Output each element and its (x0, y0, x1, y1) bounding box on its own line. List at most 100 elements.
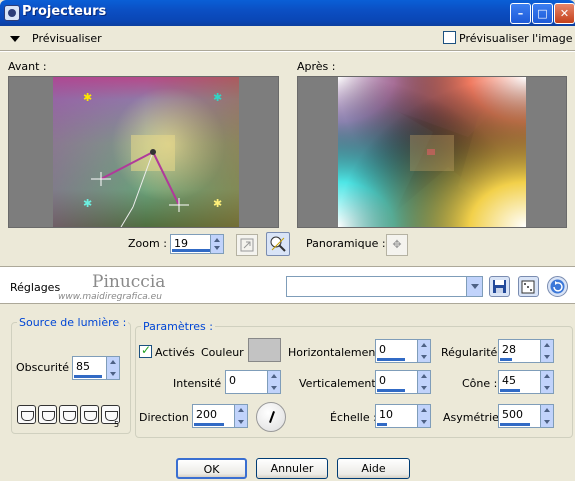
preview-toggle-label[interactable]: Prévisualiser (32, 32, 102, 45)
obscurite-value[interactable]: 85 (76, 360, 90, 373)
regularity-label: Régularité : (441, 346, 505, 359)
scale-spinner[interactable] (417, 405, 430, 427)
save-icon (493, 280, 506, 293)
asymmetry-slider-bar[interactable] (500, 423, 530, 426)
light-4-button[interactable] (80, 405, 99, 424)
svg-text:✱: ✱ (83, 91, 92, 104)
close-button[interactable]: ✕ (554, 3, 575, 24)
after-label: Après : (297, 60, 336, 73)
vertical-spinner[interactable] (417, 371, 430, 393)
cone-value[interactable]: 45 (502, 374, 516, 387)
asymmetry-label: Asymétrie : (443, 411, 507, 424)
before-preview-frame[interactable]: ✱ ✱ ✱ ✱ (8, 76, 279, 228)
obscurite-input[interactable]: 85 (72, 356, 120, 380)
dice-icon (521, 280, 535, 294)
asymmetry-input[interactable]: 500 (498, 404, 554, 428)
vertical-label: Verticalement : (299, 377, 383, 390)
before-preview-image[interactable]: ✱ ✱ ✱ ✱ (53, 77, 239, 227)
light-source-title: Source de lumière : (17, 316, 129, 329)
direction-label: Direction : (139, 411, 196, 424)
horizontal-input[interactable]: 0 (375, 339, 431, 363)
scale-label: Échelle : (330, 411, 377, 424)
random-preset-button[interactable] (518, 276, 539, 297)
active-label[interactable]: Activés (155, 346, 195, 359)
intensity-spinner[interactable] (267, 371, 280, 393)
intensity-input[interactable]: 0 (225, 370, 281, 394)
after-preview-image[interactable] (338, 77, 526, 227)
pan-label: Panoramique : (306, 237, 386, 250)
preset-select[interactable] (286, 276, 483, 297)
svg-text:✱: ✱ (213, 197, 222, 210)
regularity-slider-bar[interactable] (500, 358, 512, 361)
minimize-button[interactable]: – (510, 3, 531, 24)
zoom-slider-bar[interactable] (172, 249, 210, 252)
direction-spinner[interactable] (234, 405, 247, 427)
regularity-value[interactable]: 28 (502, 343, 516, 356)
zoom-actual-size-button[interactable] (266, 232, 290, 256)
scale-value[interactable]: 10 (379, 408, 393, 421)
asymmetry-spinner[interactable] (540, 405, 553, 427)
horizontal-spinner[interactable] (417, 340, 430, 362)
settings-label: Réglages (10, 281, 61, 294)
scale-input[interactable]: 10 (375, 404, 431, 428)
cone-spinner[interactable] (540, 371, 553, 393)
horizontal-label: Horizontalement : (288, 346, 387, 359)
ok-button[interactable]: OK (176, 458, 247, 479)
direction-input[interactable]: 200 (192, 404, 248, 428)
scale-slider-bar[interactable] (377, 423, 387, 426)
help-button[interactable]: Aide (337, 458, 410, 479)
color-label: Couleur : (201, 346, 251, 359)
color-swatch[interactable] (248, 338, 281, 362)
horizontal-value[interactable]: 0 (379, 343, 386, 356)
save-preset-button[interactable] (489, 276, 510, 297)
reset-button[interactable] (547, 276, 568, 297)
preset-dropdown-arrow-icon[interactable] (466, 277, 482, 296)
zoom-fit-button[interactable] (236, 234, 258, 256)
obscurite-label: Obscurité : (16, 361, 77, 374)
light-2-button[interactable] (38, 405, 57, 424)
light-handles-overlay[interactable]: ✱ ✱ ✱ ✱ (53, 77, 239, 227)
watermark-url: www.maidiregrafica.eu (58, 292, 162, 302)
asymmetry-value[interactable]: 500 (502, 408, 523, 421)
vertical-input[interactable]: 0 (375, 370, 431, 394)
preview-image-checkbox-label[interactable]: Prévisualiser l'image (459, 32, 572, 45)
collapse-arrow-icon[interactable] (10, 36, 20, 42)
after-preview-render (338, 77, 526, 227)
cone-slider-bar[interactable] (500, 389, 520, 392)
obscurite-slider-bar[interactable] (74, 375, 102, 378)
pan-button[interactable]: ✥ (386, 234, 408, 256)
direction-dial[interactable] (256, 402, 286, 432)
separator (0, 50, 575, 52)
horizontal-slider-bar[interactable] (377, 358, 405, 361)
before-label: Avant : (8, 60, 47, 73)
intensity-value[interactable]: 0 (229, 374, 236, 387)
light-1-button[interactable] (17, 405, 36, 424)
watermark-text: Pinuccia (92, 272, 166, 292)
obscurite-spinner[interactable] (106, 357, 119, 379)
direction-slider-bar[interactable] (194, 423, 224, 426)
zoom-spinner[interactable] (210, 235, 223, 253)
direction-value[interactable]: 200 (196, 408, 217, 421)
zoom-input[interactable]: 19 (170, 234, 224, 254)
after-preview-frame[interactable] (297, 76, 567, 228)
window-title: Projecteurs (22, 4, 107, 19)
reset-arrow-icon (550, 279, 565, 294)
zoom-label: Zoom : (128, 237, 167, 250)
regularity-input[interactable]: 28 (498, 339, 554, 363)
preview-image-checkbox[interactable] (443, 31, 456, 44)
magnifier-icon (270, 236, 286, 252)
cone-input[interactable]: 45 (498, 370, 554, 394)
maximize-button[interactable]: □ (532, 3, 553, 24)
svg-text:✱: ✱ (83, 197, 92, 210)
intensity-label: Intensité : (173, 377, 229, 390)
zoom-fit-icon (240, 238, 254, 252)
cancel-button[interactable]: Annuler (256, 458, 328, 479)
parameters-title: Paramètres : (141, 320, 215, 333)
vertical-slider-bar[interactable] (377, 389, 405, 392)
vertical-value[interactable]: 0 (379, 374, 386, 387)
light-3-button[interactable] (59, 405, 78, 424)
svg-text:✱: ✱ (213, 91, 222, 104)
app-icon[interactable] (4, 5, 20, 21)
active-checkbox[interactable] (139, 343, 152, 358)
regularity-spinner[interactable] (540, 340, 553, 362)
